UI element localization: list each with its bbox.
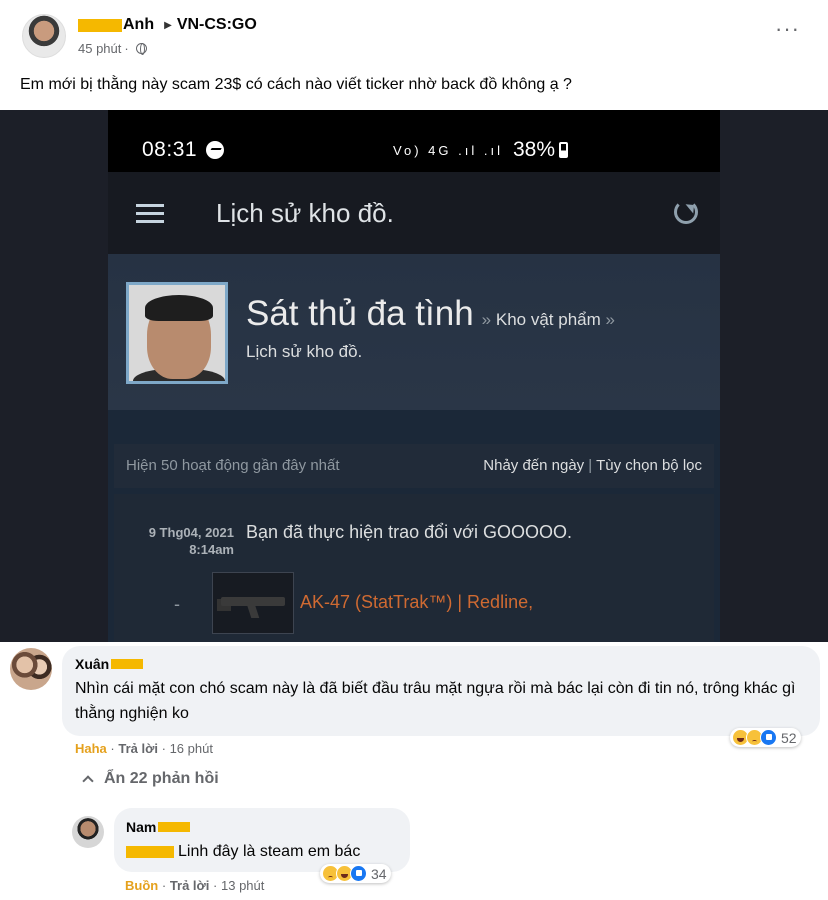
- redacted-mention-bar: [126, 845, 174, 858]
- refresh-icon: [674, 200, 698, 224]
- commenter-name[interactable]: Nam: [126, 819, 191, 835]
- app-bar: Lịch sử kho đồ.: [108, 172, 720, 254]
- breadcrumb-separator: »: [481, 310, 492, 329]
- post-text: Em mới bị thằng này scam 23$ có cách nào…: [20, 76, 572, 93]
- breadcrumb-separator: »: [605, 310, 615, 329]
- filter-links: Nhảy đến ngày | Tùy chọn bộ lọc: [483, 457, 702, 474]
- filter-bar: Hiện 50 hoạt động gần đây nhất Nhảy đến …: [114, 444, 714, 488]
- filter-options-link: Tùy chọn bộ lọc: [596, 457, 702, 474]
- reaction-label[interactable]: Buồn: [125, 878, 158, 893]
- battery-percent: 38%: [512, 138, 555, 161]
- post-meta: 45 phút ·: [78, 41, 147, 56]
- like-icon: [760, 729, 777, 746]
- jump-to-date-link: Nhảy đến ngày: [483, 457, 585, 474]
- comment-text: Linh đây là steam em bác: [126, 839, 360, 864]
- author-line: Anh ▶ VN-CS:GO: [78, 16, 257, 34]
- group-name[interactable]: VN-CS:GO: [177, 16, 257, 34]
- status-time: 08:31: [142, 138, 198, 161]
- post-image[interactable]: 08:31 Vo) 4G .ıl .ıl 38% Lịch sử kho đồ.…: [0, 110, 828, 642]
- comment-time[interactable]: 13 phút: [221, 878, 264, 893]
- chevron-up-icon: [82, 775, 94, 787]
- profile-subtitle: Lịch sử kho đồ.: [246, 342, 363, 361]
- commenter-name-text[interactable]: Xuân: [75, 656, 109, 672]
- status-right: Vo) 4G .ıl .ıl 38%: [393, 138, 568, 162]
- like-icon: [350, 865, 367, 882]
- reaction-summary[interactable]: 52: [730, 728, 801, 747]
- redacted-name-bar: [158, 822, 191, 832]
- hamburger-menu-icon: [136, 204, 164, 224]
- breadcrumb-link: Kho vật phẩm: [495, 310, 601, 329]
- action-separator: ·: [213, 878, 218, 893]
- meta-separator: ·: [124, 41, 129, 56]
- reaction-label[interactable]: Haha: [75, 741, 107, 756]
- filter-separator: |: [588, 457, 593, 474]
- steam-avatar: [126, 282, 228, 384]
- reaction-count: 34: [371, 865, 387, 882]
- history-date: 9 Thg04, 2021 8:14am: [128, 524, 234, 558]
- comment-actions: Haha · Trả lời · 16 phút: [75, 741, 213, 756]
- reaction-summary[interactable]: 34: [320, 864, 391, 883]
- commenter-name-text[interactable]: Nam: [126, 819, 156, 835]
- history-time-text: 8:14am: [189, 542, 234, 557]
- author-avatar[interactable]: [22, 14, 66, 58]
- history-date-text: 9 Thg04, 2021: [148, 525, 234, 540]
- author-name[interactable]: Anh: [123, 16, 154, 34]
- comment-time[interactable]: 16 phút: [170, 741, 213, 756]
- steam-screenshot: 08:31 Vo) 4G .ıl .ıl 38% Lịch sử kho đồ.…: [108, 110, 720, 642]
- comment-bubble: Xuân Nhìn cái mặt con chó scam này là đã…: [62, 646, 820, 736]
- commenter-avatar[interactable]: [10, 648, 52, 690]
- redacted-name-bar: [111, 659, 144, 669]
- profile-name: Sát thủ đa tình: [246, 294, 474, 333]
- app-title: Lịch sử kho đồ.: [216, 198, 394, 228]
- status-bar: 08:31 Vo) 4G .ıl .ıl 38%: [108, 110, 720, 172]
- trade-partner-name: GOOOOO.: [483, 522, 573, 542]
- globe-icon: [135, 43, 147, 55]
- reply-link[interactable]: Trả lời: [118, 741, 158, 756]
- history-desc-prefix: Bạn đã thực hiện trao đổi với: [246, 522, 478, 542]
- reaction-count: 52: [781, 729, 797, 746]
- item-thumbnail: [212, 572, 294, 634]
- comment-text: Nhìn cái mặt con chó scam này là đã biết…: [75, 680, 796, 722]
- action-separator: ·: [161, 878, 167, 893]
- item-dash: -: [174, 594, 180, 614]
- history-row: 9 Thg04, 2021 8:14am Bạn đã thực hiện tr…: [114, 494, 714, 642]
- hide-replies-toggle[interactable]: Ẩn 22 phản hồi: [80, 770, 219, 788]
- hide-replies-label: Ẩn 22 phản hồi: [104, 770, 219, 787]
- profile-header: Sát thủ đa tình » Kho vật phẩm » Lịch sử …: [108, 254, 720, 410]
- redacted-name-bar: [78, 18, 122, 32]
- post-header: Anh ▶ VN-CS:GO 45 phút · ··· Em mới bị t…: [0, 0, 828, 110]
- commenter-avatar[interactable]: [72, 816, 104, 848]
- reply-link[interactable]: Trả lời: [170, 878, 210, 893]
- action-separator: ·: [110, 741, 115, 756]
- commenter-name[interactable]: Xuân: [75, 656, 144, 672]
- profile-name-line: Sát thủ đa tình » Kho vật phẩm »: [246, 294, 615, 334]
- activity-count: Hiện 50 hoạt động gần đây nhất: [126, 457, 340, 474]
- comment-actions: Buồn · Trả lời · 13 phút: [125, 878, 264, 893]
- action-separator: ·: [161, 741, 166, 756]
- post-time[interactable]: 45 phút: [78, 41, 121, 56]
- messenger-icon: [206, 141, 224, 159]
- signal-icons: Vo) 4G .ıl .ıl: [393, 142, 503, 158]
- history-description: Bạn đã thực hiện trao đổi với GOOOOO.: [246, 522, 572, 543]
- comment-bubble: Nam Linh đây là steam em bác: [114, 808, 410, 872]
- battery-icon: [559, 142, 568, 158]
- more-options-icon[interactable]: ···: [775, 18, 800, 40]
- caret-right-icon: ▶: [164, 19, 172, 31]
- comment-text-content: Linh đây là steam em bác: [178, 843, 361, 860]
- item-name: AK-47 (StatTrak™) | Redline,: [300, 592, 534, 612]
